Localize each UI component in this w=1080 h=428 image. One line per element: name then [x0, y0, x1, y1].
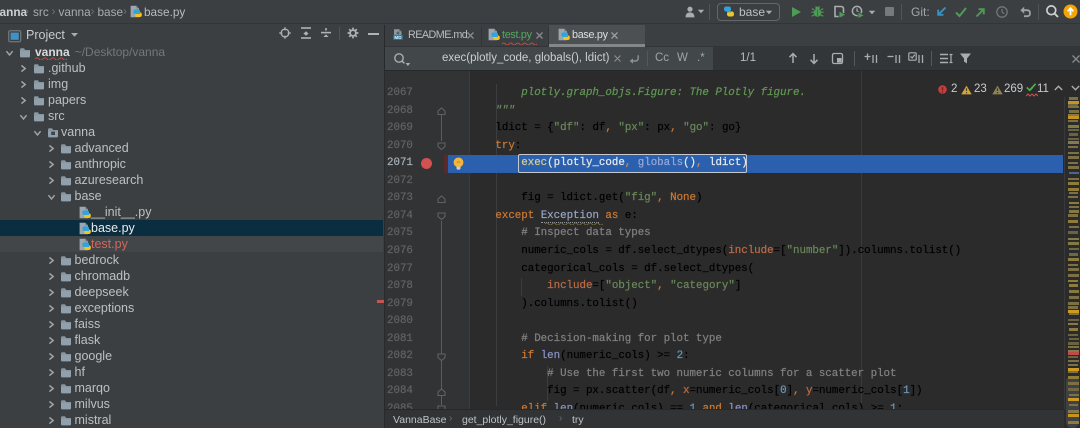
svg-text:MD: MD: [394, 35, 402, 40]
